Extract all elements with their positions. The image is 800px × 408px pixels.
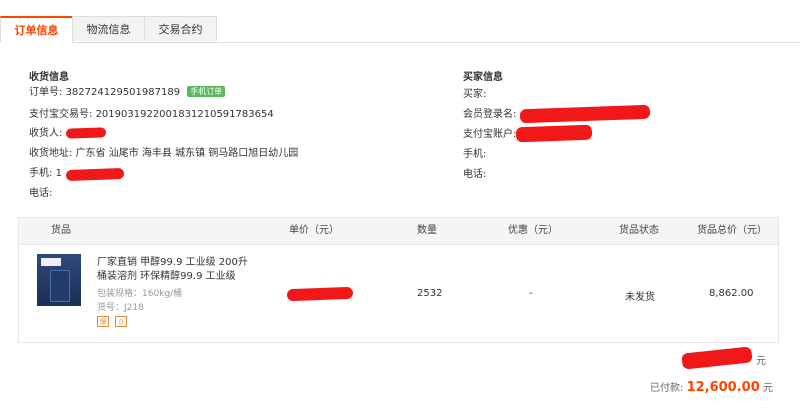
tab-logistics-info[interactable]: 物流信息 xyxy=(72,16,145,41)
receiver-row: 收货人: xyxy=(29,127,62,141)
tab-trade-contract[interactable]: 交易合约 xyxy=(144,16,217,41)
tab-order-info[interactable]: 订单信息 xyxy=(0,16,73,43)
receiver-redaction xyxy=(65,127,107,139)
buyer-label: 买家: xyxy=(463,89,487,100)
header-unit-price: 单价（元） xyxy=(289,225,339,236)
buyer-phone-label: 手机: xyxy=(463,149,487,160)
product-label-graphic xyxy=(41,258,61,266)
receiver-label: 收货人: xyxy=(29,128,63,139)
quantity-value: 2532 xyxy=(417,288,443,299)
subtotal-redaction xyxy=(681,346,753,370)
total-value: 8,862.00 xyxy=(709,288,754,299)
header-total: 货品总价（元） xyxy=(697,225,767,236)
goods-table: 货品 单价（元） 数量 优惠（元） 货品状态 货品总价（元） 厂家直销 甲醇99… xyxy=(18,217,779,343)
buyer-tel-label: 电话: xyxy=(463,169,487,180)
tab-bar: 订单信息 物流信息 交易合约 xyxy=(0,16,800,43)
order-number-value: 382724129501987189 xyxy=(65,87,181,98)
member-login-redaction xyxy=(519,104,651,124)
product-name-line1: 厂家直销 甲醇99.9 工业级 200升 xyxy=(97,257,248,268)
unit-price-redaction xyxy=(286,286,354,302)
address-row: 收货地址: 广东省 汕尾市 海丰县 城东镇 铜马路口旭日幼儿园 xyxy=(29,147,298,161)
phone-row: 手机: 1 xyxy=(29,167,62,181)
service-icon[interactable]: ⊙ xyxy=(115,316,127,327)
product-sku: 货号：J218 xyxy=(97,303,144,313)
buyer-section-title: 买家信息 xyxy=(463,72,503,83)
paid-amount: 12,600.00 xyxy=(686,380,760,395)
paid-unit: 元 xyxy=(762,383,773,394)
order-number-row: 订单号: 382724129501987189 手机订单 xyxy=(29,86,226,100)
product-name-link[interactable]: 厂家直销 甲醇99.9 工业级 200升 桶装溶剂 环保精醇99.9 工业级 xyxy=(97,256,277,284)
member-login-label: 会员登录名: xyxy=(463,109,517,120)
alipay-account-redaction xyxy=(515,124,593,143)
phone-prefix: 1 xyxy=(55,168,62,179)
header-status: 货品状态 xyxy=(619,225,659,236)
tel-label: 电话: xyxy=(29,188,53,199)
status-value: 未发货 xyxy=(625,292,655,303)
table-header: 货品 单价（元） 数量 优惠（元） 货品状态 货品总价（元） xyxy=(19,218,778,245)
alipay-account-label: 支付宝账户: xyxy=(463,129,517,140)
header-goods: 货品 xyxy=(51,225,71,236)
alipay-trade-label: 支付宝交易号: xyxy=(29,109,93,120)
paid-label: 已付款: xyxy=(650,383,684,394)
header-discount: 优惠（元） xyxy=(508,225,558,236)
phone-label: 手机: xyxy=(29,168,53,179)
subtotal-unit: 元 xyxy=(756,356,766,367)
product-drum-graphic xyxy=(50,270,70,302)
alipay-trade-value: 2019031922001831210591783654 xyxy=(95,109,274,120)
guarantee-icon[interactable]: 保 xyxy=(97,316,109,327)
address-label: 收货地址: xyxy=(29,148,73,159)
address-value: 广东省 汕尾市 海丰县 城东镇 铜马路口旭日幼儿园 xyxy=(75,148,299,159)
header-quantity: 数量 xyxy=(417,225,437,236)
shipping-section-title: 收货信息 xyxy=(29,72,69,83)
alipay-trade-row: 支付宝交易号: 2019031922001831210591783654 xyxy=(29,108,274,122)
order-number-label: 订单号: xyxy=(29,87,63,98)
phone-redaction xyxy=(65,167,125,182)
discount-value: - xyxy=(529,288,533,299)
product-name-line2: 桶装溶剂 环保精醇99.9 工业级 xyxy=(97,271,236,282)
product-spec: 包装规格：160kg/桶 xyxy=(97,289,183,299)
tel-row: 电话: xyxy=(29,187,52,201)
product-thumbnail[interactable] xyxy=(37,254,81,306)
mobile-order-badge: 手机订单 xyxy=(187,86,226,97)
paid-summary: 已付款: 12,600.00 元 xyxy=(650,379,773,395)
